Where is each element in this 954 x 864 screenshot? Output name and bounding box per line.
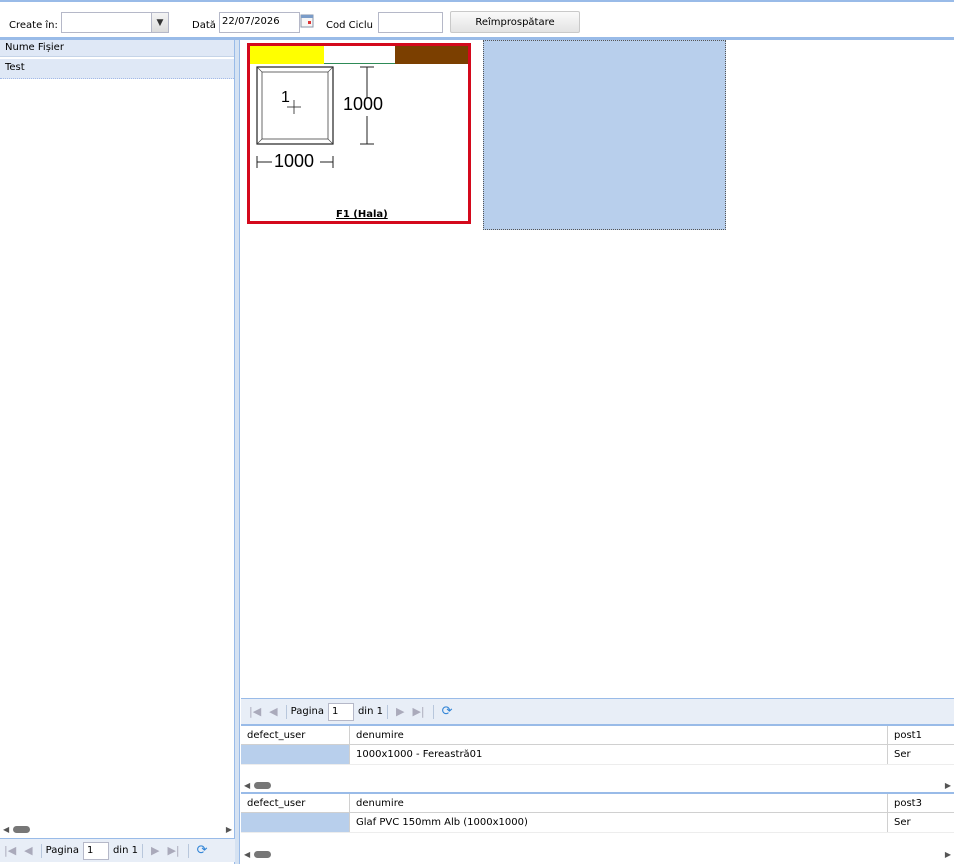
page-label: Pagina <box>290 706 324 717</box>
color-bar-yellow <box>250 46 324 64</box>
scroll-right-icon[interactable]: ▶ <box>945 850 951 859</box>
empty-tile-selected[interactable] <box>483 40 726 230</box>
scroll-thumb[interactable] <box>254 782 271 789</box>
grid-header-row: defect_user denumire post1 <box>241 724 954 745</box>
color-bar-white <box>324 46 395 64</box>
toolbar: Create în: ▼ Dată 22/07/2026 Cod Ciclu R… <box>0 0 954 40</box>
cycle-code-field[interactable] <box>378 12 443 33</box>
column-header-post3[interactable]: post3 <box>888 794 954 812</box>
height-dimension: 1000 <box>343 94 384 114</box>
scroll-right-icon[interactable]: ▶ <box>945 781 951 790</box>
chevron-down-icon[interactable]: ▼ <box>151 13 168 32</box>
cell-denumire[interactable]: 1000x1000 - Fereastră01 <box>350 745 888 764</box>
first-page-icon[interactable]: |◀ <box>249 705 261 718</box>
prev-page-icon[interactable]: ◀ <box>24 844 32 857</box>
refresh-icon[interactable]: ⟳ <box>197 843 208 858</box>
scroll-thumb[interactable] <box>254 851 271 858</box>
table-row[interactable]: Glaf PVC 150mm Alb (1000x1000) Ser <box>241 813 954 833</box>
next-page-icon[interactable]: ▶ <box>396 705 404 718</box>
table-row[interactable]: 1000x1000 - Fereastră01 Ser <box>241 745 954 765</box>
scroll-left-icon[interactable]: ◀ <box>244 781 250 790</box>
file-name-column-header[interactable]: Nume Fișier <box>0 40 234 57</box>
left-pager: |◀ ◀ Pagina din 1 ▶ ▶| ⟳ <box>0 838 235 862</box>
cell-denumire[interactable]: Glaf PVC 150mm Alb (1000x1000) <box>350 813 888 832</box>
page-label: Pagina <box>45 845 79 856</box>
cycle-code-label: Cod Ciclu <box>326 20 374 31</box>
page-count: din 1 <box>357 706 383 717</box>
tile-caption: F1 (Hala) <box>336 209 388 220</box>
column-header-defect-user[interactable]: defect_user <box>241 726 350 744</box>
scroll-thumb[interactable] <box>13 826 30 833</box>
window-tile[interactable]: 1 1000 1000 F1 (Hala) <box>241 40 482 230</box>
column-header-post1[interactable]: post1 <box>888 726 954 744</box>
panel-splitter[interactable] <box>235 40 240 864</box>
page-count: din 1 <box>112 845 138 856</box>
column-header-defect-user[interactable]: defect_user <box>241 794 350 812</box>
components-grid: defect_user denumire post1 1000x1000 - F… <box>241 724 954 792</box>
column-header-denumire[interactable]: denumire <box>350 794 888 812</box>
left-horizontal-scrollbar[interactable]: ◀ ▶ <box>0 822 235 836</box>
scroll-left-icon[interactable]: ◀ <box>244 850 250 859</box>
last-page-icon[interactable]: ▶| <box>412 705 424 718</box>
created-in-label: Create în: <box>9 20 58 31</box>
pane-number: 1 <box>281 89 290 106</box>
refresh-icon[interactable]: ⟳ <box>442 704 453 719</box>
grid-horizontal-scrollbar[interactable]: ◀ ▶ <box>241 778 954 792</box>
color-bar-brown <box>395 46 468 64</box>
tile-frame: 1 1000 1000 F1 (Hala) <box>247 43 471 224</box>
grid-header-row: defect_user denumire post3 <box>241 792 954 813</box>
date-field[interactable]: 22/07/2026 <box>219 12 300 33</box>
cell-defect-user[interactable] <box>241 813 350 832</box>
grid-horizontal-scrollbar[interactable]: ◀ ▶ <box>241 847 954 861</box>
cell-post3[interactable]: Ser <box>888 813 954 832</box>
page-input[interactable] <box>327 702 354 721</box>
list-item[interactable]: Test <box>0 59 234 79</box>
scroll-right-icon[interactable]: ▶ <box>226 825 232 834</box>
right-pager: |◀ ◀ Pagina din 1 ▶ ▶| ⟳ <box>241 698 954 724</box>
width-dimension: 1000 <box>274 151 315 171</box>
page-input[interactable] <box>82 841 109 860</box>
created-in-combo[interactable]: ▼ <box>61 12 169 33</box>
first-page-icon[interactable]: |◀ <box>4 844 16 857</box>
last-page-icon[interactable]: ▶| <box>167 844 179 857</box>
file-list-panel: Nume Fișier Test <box>0 40 235 864</box>
accessories-grid: defect_user denumire post3 Glaf PVC 150m… <box>241 792 954 864</box>
scroll-left-icon[interactable]: ◀ <box>3 825 9 834</box>
date-label: Dată <box>192 20 216 31</box>
cell-post1[interactable]: Ser <box>888 745 954 764</box>
refresh-button[interactable]: Reîmprospătare <box>450 11 580 33</box>
window-drawing <box>256 66 374 168</box>
column-header-denumire[interactable]: denumire <box>350 726 888 744</box>
drawing-view: 1 1000 1000 F1 (Hala) <box>241 40 954 698</box>
calendar-icon <box>300 14 314 28</box>
cell-defect-user[interactable] <box>241 745 350 764</box>
next-page-icon[interactable]: ▶ <box>151 844 159 857</box>
prev-page-icon[interactable]: ◀ <box>269 705 277 718</box>
calendar-trigger[interactable] <box>300 13 315 31</box>
